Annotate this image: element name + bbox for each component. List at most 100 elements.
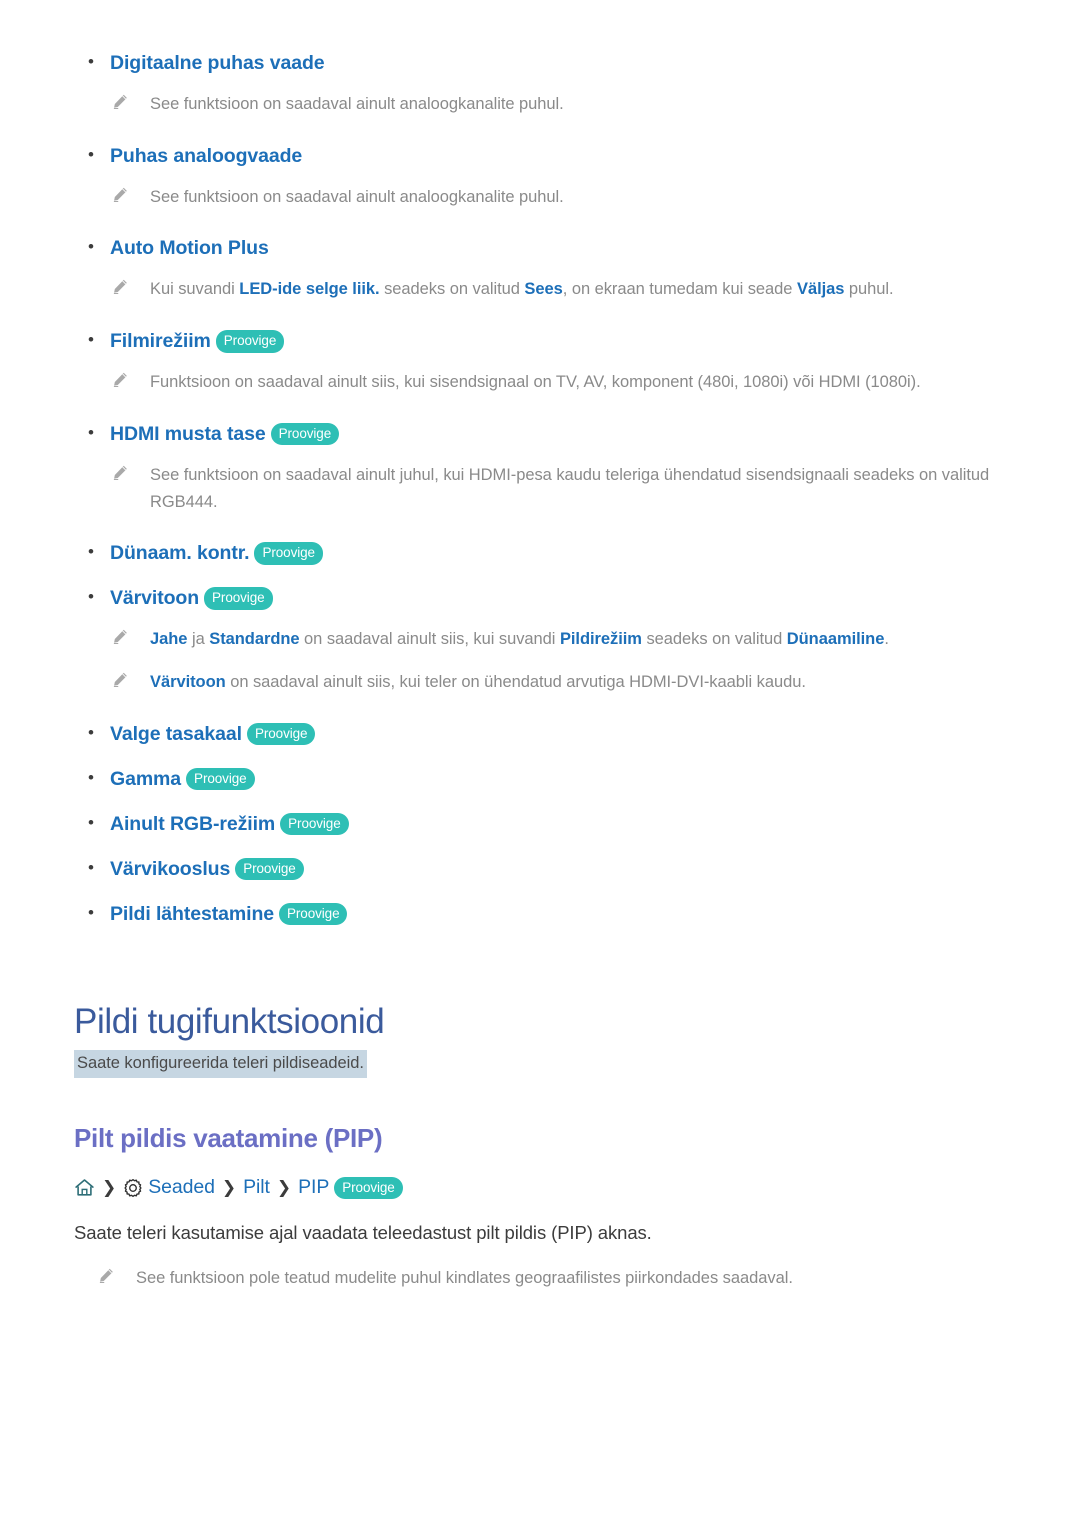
note-emphasis: Väljas bbox=[796, 280, 845, 299]
pencil-icon bbox=[112, 626, 150, 645]
note-fragment: Kui suvandi bbox=[150, 280, 240, 299]
feature-item-label[interactable]: HDMI musta tase Proovige bbox=[110, 422, 340, 446]
feature-item: • Puhas analoogvaade See funktsioon on saa… bbox=[74, 145, 1006, 211]
bullet-icon: • bbox=[88, 902, 94, 922]
try-it-badge[interactable]: Proovige bbox=[215, 330, 285, 353]
bullet-icon: • bbox=[88, 422, 94, 442]
section-block: Pilt pildis vaatamine (PIP) ❯ Seaded ❯ P… bbox=[74, 1123, 1006, 1292]
pencil-icon bbox=[112, 184, 150, 203]
feature-item: • Gamma Proovige bbox=[74, 767, 1006, 791]
note-fragment: Funktsioon on saadaval ainult siis, kui … bbox=[150, 373, 921, 392]
pencil-icon bbox=[112, 276, 150, 295]
note-text: Funktsioon on saadaval ainult siis, kui … bbox=[150, 369, 921, 396]
bullet-icon: • bbox=[88, 767, 94, 787]
feature-item-row: • Filmirežiim Proovige bbox=[88, 330, 1006, 353]
pencil-icon bbox=[112, 369, 150, 388]
page-title: Pildi tugifunktsioonid bbox=[74, 1001, 385, 1041]
note-emphasis: Dünaamiline bbox=[786, 630, 885, 649]
feature-item: • Valge tasakaal Proovige bbox=[74, 722, 1006, 746]
feature-item-row: • Digitaalne puhas vaade bbox=[88, 52, 1006, 75]
feature-item: • Auto Motion Plus Kui suvandi LED-ide sel… bbox=[74, 237, 1006, 303]
feature-item-label[interactable]: Gamma Proovige bbox=[110, 767, 255, 791]
try-it-badge[interactable]: Proovige bbox=[235, 857, 304, 881]
feature-item: • Filmirežiim Proovige Funktsioon on saadav… bbox=[74, 330, 1006, 396]
note-row: Funktsioon on saadaval ainult siis, kui … bbox=[112, 369, 1006, 396]
try-it-badge[interactable]: Proovige bbox=[334, 1176, 403, 1200]
bullet-icon: • bbox=[88, 144, 94, 164]
note-row: See funktsioon pole teatud mudelite puhu… bbox=[98, 1265, 1006, 1292]
try-it-badge[interactable]: Proovige bbox=[204, 587, 273, 610]
note-emphasis: Jahe bbox=[150, 630, 188, 649]
note-fragment: ja bbox=[187, 630, 210, 649]
pencil-icon bbox=[112, 462, 150, 481]
note-text: See funktsioon pole teatud mudelite puhu… bbox=[136, 1269, 793, 1288]
feature-item-row: • HDMI musta tase Proovige bbox=[88, 422, 1006, 446]
feature-item-label[interactable]: Pildi lähtestamine Proovige bbox=[110, 902, 348, 926]
note-fragment: seadeks on valitud bbox=[641, 630, 787, 649]
chapter-subtitle: Saate konfigureerida teleri pildiseadeid… bbox=[74, 1050, 367, 1079]
note-emphasis: Sees bbox=[524, 280, 563, 299]
gear-icon[interactable] bbox=[123, 1178, 143, 1198]
section-paragraph: Saate teleri kasutamise ajal vaadata tel… bbox=[74, 1222, 652, 1244]
try-it-badge[interactable]: Proovige bbox=[280, 812, 349, 836]
try-it-badge[interactable]: Proovige bbox=[279, 902, 348, 926]
feature-item-label[interactable]: Värvikooslus Proovige bbox=[110, 857, 304, 881]
feature-item: • Dünaam. kontr. Proovige bbox=[74, 542, 1006, 565]
feature-item-label[interactable]: Digitaalne puhas vaade bbox=[110, 52, 325, 75]
note-fragment: , on ekraan tumedam kui seade bbox=[562, 280, 797, 299]
note-text: See funktsioon on saadaval ainult juhul,… bbox=[150, 462, 1006, 515]
home-icon[interactable] bbox=[74, 1177, 95, 1198]
bullet-icon: • bbox=[88, 857, 94, 877]
note-row: See funktsioon on saadaval ainult analoo… bbox=[112, 91, 1006, 118]
feature-item-row: • Värvikooslus Proovige bbox=[88, 857, 1006, 881]
note-text: See funktsioon on saadaval ainult analoo… bbox=[150, 184, 564, 211]
note-fragment: See funktsioon on saadaval ainult juhul,… bbox=[150, 465, 990, 511]
try-it-badge[interactable]: Proovige bbox=[270, 422, 340, 446]
feature-list: • Digitaalne puhas vaade See funktsioon on… bbox=[74, 52, 1006, 926]
pencil-icon bbox=[112, 669, 150, 688]
breadcrumb-separator: ❯ bbox=[221, 1177, 237, 1197]
feature-item-row: • Dünaam. kontr. Proovige bbox=[88, 542, 1006, 565]
breadcrumb-separator: ❯ bbox=[276, 1177, 292, 1197]
note-row: Kui suvandi LED-ide selge liik. seadeks … bbox=[112, 276, 1006, 303]
feature-item: • HDMI musta tase Proovige See funktsioon o… bbox=[74, 422, 1006, 515]
feature-item-label[interactable]: Puhas analoogvaade bbox=[110, 145, 302, 168]
feature-item-label[interactable]: Dünaam. kontr. Proovige bbox=[110, 542, 323, 565]
bullet-icon: • bbox=[88, 812, 94, 832]
feature-item: • Digitaalne puhas vaade See funktsioon on… bbox=[74, 52, 1006, 118]
try-it-badge[interactable]: Proovige bbox=[186, 767, 255, 791]
feature-item-label[interactable]: Filmirežiim Proovige bbox=[110, 330, 285, 353]
chapter-heading-block: Pildi tugifunktsioonid Saate konfigureer… bbox=[74, 1001, 1006, 1079]
feature-item-row: • Auto Motion Plus bbox=[88, 237, 1006, 260]
feature-item-label[interactable]: Auto Motion Plus bbox=[110, 237, 269, 260]
bullet-icon: • bbox=[88, 237, 94, 257]
feature-item-label[interactable]: Valge tasakaal Proovige bbox=[110, 722, 316, 746]
try-it-badge[interactable]: Proovige bbox=[246, 722, 316, 746]
bullet-icon: • bbox=[88, 52, 94, 71]
note-fragment: on saadaval ainult siis, kui teler on üh… bbox=[225, 673, 806, 692]
feature-item-row: • Värvitoon Proovige bbox=[88, 587, 1006, 610]
try-it-badge[interactable]: Proovige bbox=[254, 542, 323, 565]
feature-item-row: • Puhas analoogvaade bbox=[88, 145, 1006, 168]
feature-item-row: • Pildi lähtestamine Proovige bbox=[88, 902, 1006, 926]
note-emphasis: Standardne bbox=[209, 630, 300, 649]
breadcrumb-item-pip[interactable]: PIP bbox=[298, 1176, 329, 1199]
pencil-icon bbox=[98, 1265, 136, 1284]
note-fragment: puhul. bbox=[844, 280, 894, 299]
feature-item-row: • Valge tasakaal Proovige bbox=[88, 722, 1006, 746]
note-row: See funktsioon on saadaval ainult juhul,… bbox=[112, 462, 1006, 515]
breadcrumb-separator: ❯ bbox=[102, 1177, 117, 1197]
feature-item: • Värvikooslus Proovige bbox=[74, 857, 1006, 881]
feature-item-label[interactable]: Värvitoon Proovige bbox=[110, 587, 273, 610]
note-text: Kui suvandi LED-ide selge liik. seadeks … bbox=[150, 276, 894, 303]
note-row: Värvitoon on saadaval ainult siis, kui t… bbox=[112, 669, 1006, 696]
feature-item-row: • Ainult RGB-režiim Proovige bbox=[88, 812, 1006, 836]
breadcrumb-item-pilt[interactable]: Pilt bbox=[243, 1176, 270, 1199]
feature-item-label[interactable]: Ainult RGB-režiim Proovige bbox=[110, 812, 349, 836]
breadcrumb-item-seaded[interactable]: Seaded bbox=[148, 1176, 215, 1199]
document-page: • Digitaalne puhas vaade See funktsioon on… bbox=[0, 0, 1080, 1292]
breadcrumb: ❯ Seaded ❯ Pilt ❯ PIP Proovige bbox=[74, 1176, 1006, 1200]
note-fragment: See funktsioon on saadaval ainult analoo… bbox=[150, 95, 564, 113]
note-emphasis: Värvitoon bbox=[150, 673, 226, 692]
feature-item: • Ainult RGB-režiim Proovige bbox=[74, 812, 1006, 836]
